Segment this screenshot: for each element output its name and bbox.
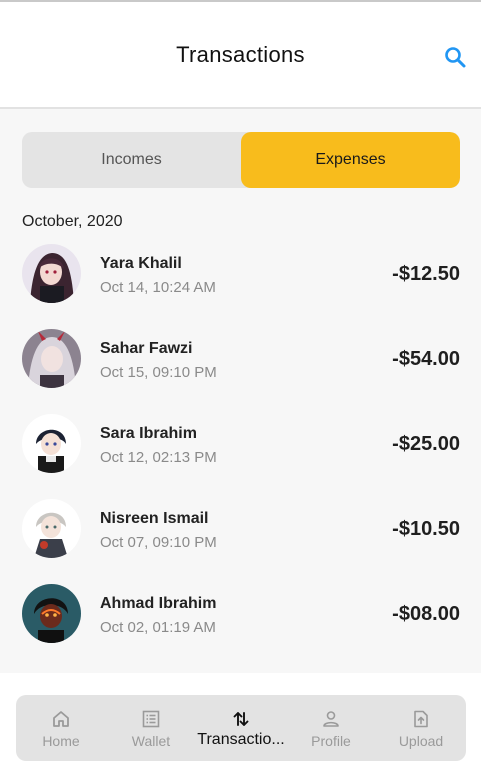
app-header: Transactions	[0, 2, 481, 109]
tab-incomes-label: Incomes	[101, 151, 162, 168]
transaction-amount: -$08.00	[392, 603, 460, 625]
nav-upload[interactable]: Upload	[376, 695, 466, 761]
avatar	[22, 499, 81, 558]
tab-expenses[interactable]: Expenses	[241, 132, 460, 188]
transaction-datetime: Oct 15, 09:10 PM	[100, 364, 217, 381]
transaction-name: Nisreen Ismail	[100, 510, 209, 527]
transaction-name: Sahar Fawzi	[100, 340, 193, 357]
home-icon	[50, 708, 72, 730]
transaction-row[interactable]: Yara Khalil Oct 14, 10:24 AM -$12.50	[0, 243, 481, 328]
transaction-name: Sara Ibrahim	[100, 425, 197, 442]
transaction-amount: -$54.00	[392, 348, 460, 370]
transaction-row[interactable]: Ahmad Ibrahim Oct 02, 01:19 AM -$08.00	[0, 583, 481, 668]
nav-upload-label: Upload	[398, 733, 444, 749]
transaction-datetime: Oct 14, 10:24 AM	[100, 279, 216, 296]
nav-profile[interactable]: Profile	[286, 695, 376, 761]
nav-profile-label: Profile	[311, 733, 351, 749]
nav-home-label: Home	[42, 733, 80, 749]
page-title: Transactions	[176, 42, 305, 67]
nav-transactions-label: Transactio...	[197, 731, 285, 748]
person-icon	[320, 708, 342, 730]
tab-incomes[interactable]: Incomes	[22, 132, 241, 188]
bottom-navigation: Home Wallet Transactio... Profile Upload	[16, 695, 466, 761]
nav-transactions[interactable]: Transactio...	[196, 695, 286, 761]
transaction-name: Yara Khalil	[100, 255, 182, 272]
nav-wallet[interactable]: Wallet	[106, 695, 196, 761]
transaction-datetime: Oct 02, 01:19 AM	[100, 619, 216, 636]
transaction-row[interactable]: Nisreen Ismail Oct 07, 09:10 PM -$10.50	[0, 498, 481, 583]
tab-expenses-label: Expenses	[315, 151, 386, 168]
income-expense-toggle: Incomes Expenses	[22, 132, 460, 188]
transaction-amount: -$25.00	[392, 433, 460, 455]
transaction-name: Ahmad Ibrahim	[100, 595, 217, 612]
transaction-datetime: Oct 07, 09:10 PM	[100, 534, 217, 551]
avatar	[22, 244, 81, 303]
avatar	[22, 414, 81, 473]
app-root: Transactions Incomes Expenses October, 2…	[0, 0, 481, 782]
transaction-row[interactable]: Sara Ibrahim Oct 12, 02:13 PM -$25.00	[0, 413, 481, 498]
avatar	[22, 329, 81, 388]
month-heading: October, 2020	[22, 213, 123, 230]
transaction-amount: -$12.50	[392, 263, 460, 285]
avatar	[22, 584, 81, 643]
transaction-amount: -$10.50	[392, 518, 460, 540]
transaction-datetime: Oct 12, 02:13 PM	[100, 449, 217, 466]
transaction-row[interactable]: Sahar Fawzi Oct 15, 09:10 PM -$54.00	[0, 328, 481, 413]
nav-home[interactable]: Home	[16, 695, 106, 761]
nav-wallet-label: Wallet	[131, 733, 171, 749]
search-icon[interactable]	[441, 43, 469, 71]
upload-file-icon	[410, 708, 432, 730]
transfer-arrows-icon	[230, 708, 252, 730]
transaction-list: Yara Khalil Oct 14, 10:24 AM -$12.50 Sah…	[0, 243, 481, 668]
wallet-icon	[140, 708, 162, 730]
